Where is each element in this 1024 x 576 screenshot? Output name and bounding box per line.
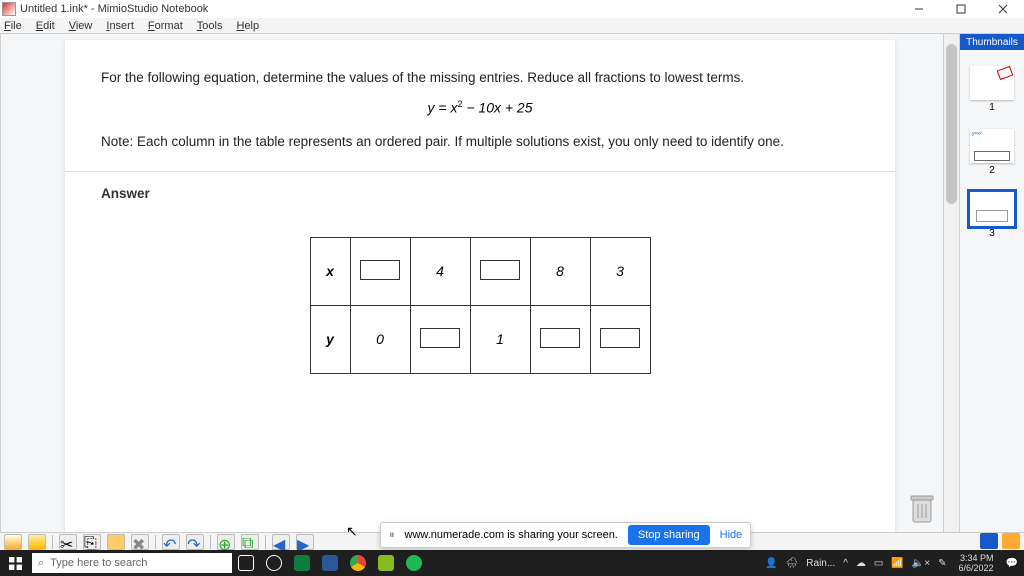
table-row: y 0 1: [310, 305, 650, 373]
thumbnail-3[interactable]: [970, 192, 1014, 226]
thumbnail-num-2: 2: [989, 165, 995, 176]
titlebar: Untitled 1.ink* - MimioStudio Notebook: [0, 0, 1024, 18]
system-tray: 🌧 Rain... ^ ☁ ▭ 📶 🔈× ✎ 3:34 PM 6/6/2022 …: [786, 553, 1024, 573]
y-cell-1: 0: [350, 305, 410, 373]
paste-icon[interactable]: [107, 534, 125, 550]
x-cell-1[interactable]: [350, 237, 410, 305]
vertical-scrollbar[interactable]: [943, 34, 959, 532]
taskbar-people-icon[interactable]: 👤: [758, 550, 786, 576]
wifi-icon[interactable]: 📶: [891, 558, 903, 569]
note-text: Note: Each column in the table represent…: [101, 134, 859, 149]
trash-icon[interactable]: [907, 492, 937, 526]
menu-tools[interactable]: Tools: [197, 20, 223, 32]
search-placeholder: Type here to search: [50, 557, 147, 569]
thumbnail-num-3: 3: [989, 228, 995, 239]
x-cell-5: 3: [590, 237, 650, 305]
x-cell-4: 8: [530, 237, 590, 305]
taskbar: ⌕ Type here to search 👤 🌧 Rain... ^ ☁ ▭ …: [0, 550, 1024, 576]
taskbar-app-word[interactable]: [316, 550, 344, 576]
start-button[interactable]: [0, 550, 30, 576]
table-row: x 4 8 3: [310, 237, 650, 305]
thumbnail-num-1: 1: [989, 102, 995, 113]
thumbnails-header: Thumbnails: [960, 34, 1024, 50]
scrollbar-thumb[interactable]: [946, 44, 957, 204]
cortana-icon[interactable]: [260, 550, 288, 576]
redo-icon[interactable]: ↷: [186, 534, 204, 550]
clock[interactable]: 3:34 PM 6/6/2022: [955, 553, 998, 573]
taskbar-app-spotify[interactable]: [400, 550, 428, 576]
menu-help[interactable]: Help: [236, 20, 259, 32]
maximize-button[interactable]: [940, 0, 982, 18]
volume-icon[interactable]: 🔈×: [912, 558, 930, 569]
stop-sharing-button[interactable]: Stop sharing: [628, 525, 710, 545]
canvas-area[interactable]: For the following equation, determine th…: [0, 34, 960, 532]
y-cell-3: 1: [470, 305, 530, 373]
menubar: File Edit View Insert Format Tools Help: [0, 18, 1024, 34]
pen-tray-icon[interactable]: ✎: [938, 558, 946, 569]
weather-text[interactable]: Rain...: [806, 558, 835, 569]
taskbar-search[interactable]: ⌕ Type here to search: [32, 553, 232, 573]
equation: y = x2 − 10x + 25: [101, 99, 859, 116]
hide-button[interactable]: Hide: [720, 529, 743, 541]
instruction-text: For the following equation, determine th…: [101, 70, 859, 85]
share-banner: ⏸ www.numerade.com is sharing your scree…: [380, 522, 751, 548]
add-page-icon[interactable]: ⊕: [217, 534, 235, 550]
minimize-button[interactable]: [898, 0, 940, 18]
copy-icon[interactable]: ⎘: [83, 534, 101, 550]
x-cell-2: 4: [410, 237, 470, 305]
taskbar-app-excel[interactable]: [288, 550, 316, 576]
onedrive-icon[interactable]: ☁: [856, 558, 866, 569]
close-button[interactable]: [982, 0, 1024, 18]
thumbnails-panel: Thumbnails 1 y=x² 2 3: [960, 34, 1024, 532]
app-icon: [2, 2, 16, 16]
menu-edit[interactable]: Edit: [36, 20, 55, 32]
taskbar-app-mimio[interactable]: [372, 550, 400, 576]
notifications-icon[interactable]: 💬: [1006, 558, 1018, 569]
search-icon: ⌕: [38, 557, 44, 570]
view-mode-a[interactable]: [980, 533, 998, 549]
thumbnail-1[interactable]: [970, 66, 1014, 100]
menu-view[interactable]: View: [69, 20, 93, 32]
thumbnail-2[interactable]: y=x²: [970, 129, 1014, 163]
answer-table: x 4 8 3 y 0 1: [310, 237, 651, 374]
toolbar-btn[interactable]: [4, 534, 22, 550]
x-cell-3[interactable]: [470, 237, 530, 305]
window-title: Untitled 1.ink* - MimioStudio Notebook: [20, 3, 208, 15]
menu-insert[interactable]: Insert: [106, 20, 134, 32]
toolbar-btn[interactable]: [28, 534, 46, 550]
app-toolbar-right: [980, 532, 1020, 550]
y-cell-4[interactable]: [530, 305, 590, 373]
window-controls: [898, 0, 1024, 18]
page: For the following equation, determine th…: [65, 40, 895, 532]
workspace: × ▶🔍 ✎T ◧╲ ⚙✖ ✎ ⬛⋯ For the following equ…: [0, 34, 1024, 532]
x-label: x: [310, 237, 350, 305]
battery-icon[interactable]: ▭: [874, 558, 883, 569]
tray-chevron-icon[interactable]: ^: [843, 558, 848, 569]
prev-icon[interactable]: ◀: [272, 534, 290, 550]
view-mode-b[interactable]: [1002, 533, 1020, 549]
weather-icon[interactable]: 🌧: [786, 558, 799, 569]
cursor-icon: ↖: [346, 523, 358, 540]
y-cell-2[interactable]: [410, 305, 470, 373]
answer-label: Answer: [101, 186, 859, 201]
cut-icon[interactable]: ✂: [59, 534, 77, 550]
share-message: www.numerade.com is sharing your screen.: [405, 529, 618, 541]
undo-icon[interactable]: ↶: [162, 534, 180, 550]
dup-page-icon[interactable]: ⧉: [241, 534, 259, 550]
divider: [65, 171, 895, 172]
task-view-icon[interactable]: [232, 550, 260, 576]
menu-format[interactable]: Format: [148, 20, 183, 32]
delete-icon[interactable]: ✖: [131, 534, 149, 550]
taskbar-app-chrome[interactable]: [344, 550, 372, 576]
next-icon[interactable]: ▶: [296, 534, 314, 550]
y-cell-5[interactable]: [590, 305, 650, 373]
menu-file[interactable]: File: [4, 20, 22, 32]
y-label: y: [310, 305, 350, 373]
